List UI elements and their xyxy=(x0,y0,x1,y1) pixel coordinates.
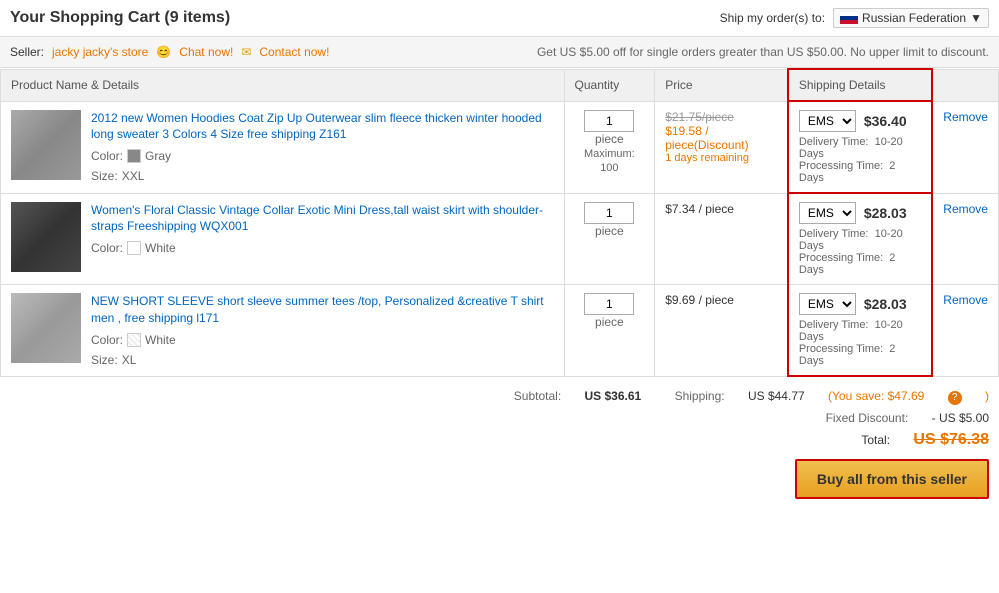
qty-unit-1: piece xyxy=(595,132,624,146)
qty-unit-2: piece xyxy=(595,224,624,238)
price-cell-1: $21.75/piece $19.58 / piece(Discount) 1 … xyxy=(655,101,788,193)
discount-row: Fixed Discount: - US $5.00 xyxy=(10,411,989,425)
qty-input-3[interactable] xyxy=(584,293,634,315)
qty-max-1: Maximum: 100 xyxy=(584,148,635,174)
country-selector[interactable]: Russian Federation ▼ xyxy=(833,8,989,28)
product-image-3 xyxy=(11,293,81,363)
remove-cell-3: Remove xyxy=(932,285,998,377)
product-cell-1: 2012 new Women Hoodies Coat Zip Up Outer… xyxy=(1,101,565,193)
shipping-cell-2: EMS $28.03 Delivery Time: 10-20 Days Pro… xyxy=(788,193,932,285)
fixed-discount-value: - US $5.00 xyxy=(932,411,989,425)
country-name: Russian Federation xyxy=(862,11,966,25)
total-label: Total: xyxy=(861,433,890,447)
total-row: Total: US $76.38 xyxy=(10,431,989,449)
shipping-cost-2: $28.03 xyxy=(864,205,907,221)
table-row: NEW SHORT SLEEVE short sleeve summer tee… xyxy=(1,285,999,377)
qty-input-1[interactable] xyxy=(584,110,634,132)
remove-button-3[interactable]: Remove xyxy=(943,293,988,307)
delivery-info-3: Delivery Time: 10-20 Days Processing Tim… xyxy=(799,319,921,367)
total-value: US $76.38 xyxy=(913,431,989,448)
product-color-3: Color: White xyxy=(91,333,554,347)
product-color-2: Color: White xyxy=(91,241,554,255)
russia-flag-icon xyxy=(840,12,858,24)
chat-now-button[interactable]: Chat now! xyxy=(179,45,233,59)
col-actions xyxy=(932,69,998,101)
original-price-1: $21.75/piece xyxy=(665,110,777,124)
product-image-1 xyxy=(11,110,81,180)
seller-label: Seller: xyxy=(10,45,44,59)
shipping-method-3[interactable]: EMS xyxy=(799,293,856,315)
product-size-3: Size: XL xyxy=(91,353,554,367)
buy-all-button[interactable]: Buy all from this seller xyxy=(795,459,989,499)
price-cell-3: $9.69 / piece xyxy=(655,285,788,377)
shipping-summary-label: Shipping: xyxy=(675,389,725,403)
shipping-cost-3: $28.03 xyxy=(864,296,907,312)
qty-cell-3: piece xyxy=(564,285,655,377)
subtotal-row: Subtotal: US $36.61 Shipping: US $44.77 … xyxy=(10,389,989,405)
regular-price-3: $9.69 / piece xyxy=(665,293,734,307)
seller-info: Seller: jacky jacky's store 😊 Chat now! … xyxy=(10,45,329,59)
remove-button-2[interactable]: Remove xyxy=(943,202,988,216)
cart-table: Product Name & Details Quantity Price Sh… xyxy=(0,68,999,377)
delivery-info-2: Delivery Time: 10-20 Days Processing Tim… xyxy=(799,228,921,276)
save-label: (You save: $47.69 xyxy=(828,389,928,403)
shipping-method-2[interactable]: EMS xyxy=(799,202,856,224)
product-color-1: Color: Gray xyxy=(91,149,554,163)
chat-emoji-icon: 😊 xyxy=(156,45,171,59)
remaining-1: 1 days remaining xyxy=(665,152,777,164)
qty-input-2[interactable] xyxy=(584,202,634,224)
discount-price-1: $19.58 / piece(Discount) xyxy=(665,124,777,152)
qty-cell-1: piece Maximum: 100 xyxy=(564,101,655,193)
product-size-1: Size: XXL xyxy=(91,169,554,183)
shipping-cell-1: EMS $36.40 Delivery Time: 10-20 Days Pro… xyxy=(788,101,932,193)
col-shipping: Shipping Details xyxy=(788,69,932,101)
ship-label: Ship my order(s) to: xyxy=(720,11,825,25)
product-name-2[interactable]: Women's Floral Classic Vintage Collar Ex… xyxy=(91,203,543,234)
remove-cell-1: Remove xyxy=(932,101,998,193)
chevron-down-icon: ▼ xyxy=(970,11,982,25)
remove-button-1[interactable]: Remove xyxy=(943,110,988,124)
regular-price-2: $7.34 / piece xyxy=(665,202,734,216)
subtotal-value: US $36.61 xyxy=(585,389,642,403)
subtotal-label: Subtotal: xyxy=(514,389,561,403)
fixed-discount-label: Fixed Discount: xyxy=(826,411,909,425)
shipping-cell-3: EMS $28.03 Delivery Time: 10-20 Days Pro… xyxy=(788,285,932,377)
seller-name-link[interactable]: jacky jacky's store xyxy=(52,45,148,59)
mail-icon: ✉ xyxy=(241,45,251,59)
qty-cell-2: piece xyxy=(564,193,655,285)
delivery-info-1: Delivery Time: 10-20 Days Processing Tim… xyxy=(799,136,921,184)
color-swatch-white-2 xyxy=(127,241,141,255)
page-title: Your Shopping Cart (9 items) xyxy=(10,9,230,27)
cart-footer: Subtotal: US $36.61 Shipping: US $44.77 … xyxy=(0,377,999,511)
product-name-3[interactable]: NEW SHORT SLEEVE short sleeve summer tee… xyxy=(91,294,544,325)
color-swatch-white-3 xyxy=(127,333,141,347)
color-swatch-gray xyxy=(127,149,141,163)
save-info-icon[interactable]: ? xyxy=(948,391,962,405)
table-row: Women's Floral Classic Vintage Collar Ex… xyxy=(1,193,999,285)
col-quantity: Quantity xyxy=(564,69,655,101)
product-cell-2: Women's Floral Classic Vintage Collar Ex… xyxy=(1,193,565,285)
col-price: Price xyxy=(655,69,788,101)
table-row: 2012 new Women Hoodies Coat Zip Up Outer… xyxy=(1,101,999,193)
col-product: Product Name & Details xyxy=(1,69,565,101)
price-cell-2: $7.34 / piece xyxy=(655,193,788,285)
shipping-cost-1: $36.40 xyxy=(864,113,907,129)
top-header: Your Shopping Cart (9 items) Ship my ord… xyxy=(0,0,999,37)
qty-unit-3: piece xyxy=(595,315,624,329)
product-image-2 xyxy=(11,202,81,272)
seller-bar: Seller: jacky jacky's store 😊 Chat now! … xyxy=(0,37,999,68)
remove-cell-2: Remove xyxy=(932,193,998,285)
product-name-1[interactable]: 2012 new Women Hoodies Coat Zip Up Outer… xyxy=(91,111,542,142)
product-cell-3: NEW SHORT SLEEVE short sleeve summer tee… xyxy=(1,285,565,377)
shipping-summary-value: US $44.77 xyxy=(748,389,805,403)
shipping-method-1[interactable]: EMS xyxy=(799,110,856,132)
discount-notice: Get US $5.00 off for single orders great… xyxy=(537,45,989,59)
contact-now-button[interactable]: Contact now! xyxy=(259,45,329,59)
ship-to: Ship my order(s) to: Russian Federation … xyxy=(720,8,989,28)
